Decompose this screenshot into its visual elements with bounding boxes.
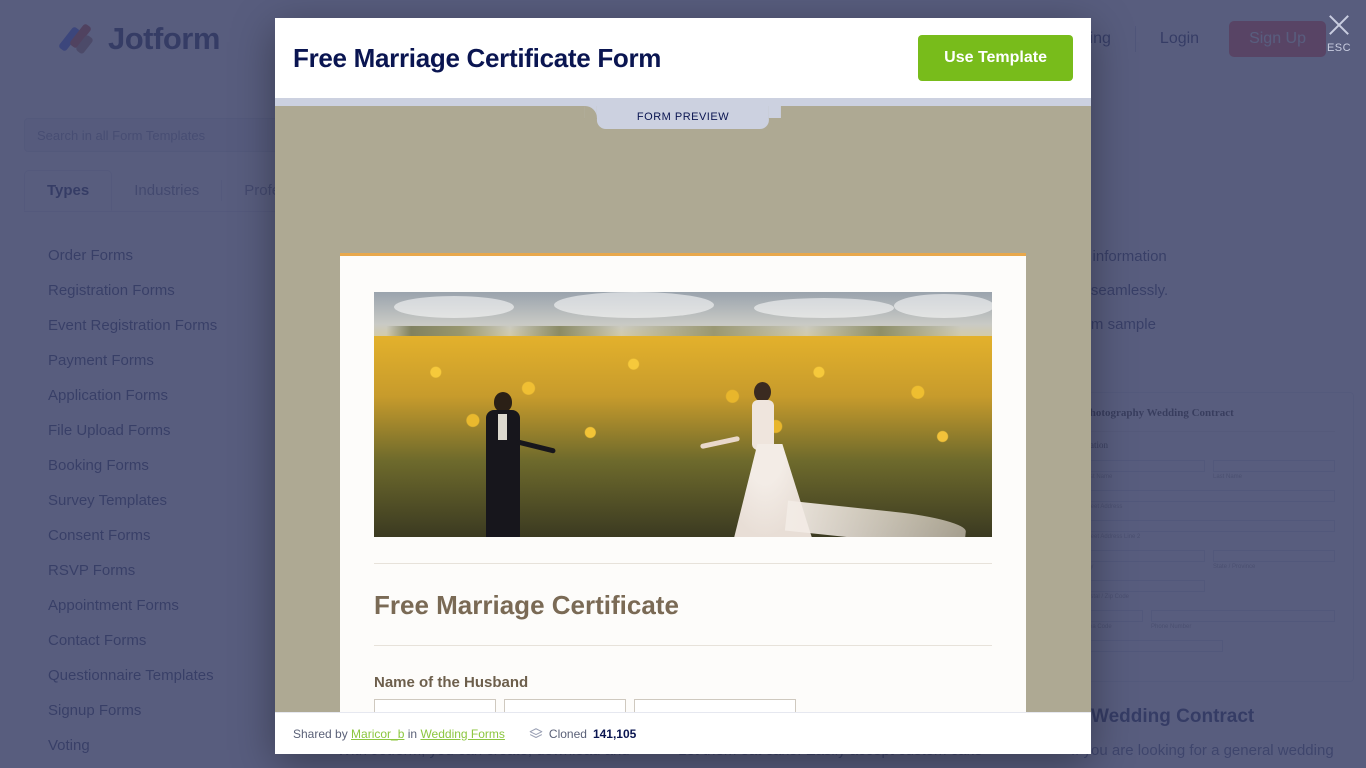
bride-figure bbox=[699, 382, 968, 537]
form-preview-tab: FORM PREVIEW bbox=[584, 106, 782, 129]
author-link[interactable]: Maricor_b bbox=[351, 727, 404, 741]
modal-footer: Shared by Maricor_b in Wedding Forms Clo… bbox=[275, 712, 1091, 754]
layers-icon bbox=[529, 727, 543, 738]
husband-name-label: Name of the Husband bbox=[374, 674, 529, 691]
form-preview-tab-label: FORM PREVIEW bbox=[636, 111, 730, 123]
close-esc-label: ESC bbox=[1326, 42, 1352, 54]
cloned-label: Cloned bbox=[548, 726, 587, 741]
modal-header-strip bbox=[275, 98, 1091, 106]
tab-notch-left bbox=[584, 106, 597, 119]
wedding-hero-image bbox=[374, 292, 992, 537]
form-preview-area: FORM PREVIEW Free Marriage Certificate N… bbox=[275, 106, 1091, 724]
modal-header: Free Marriage Certificate Form Use Templ… bbox=[275, 18, 1091, 98]
groom-figure bbox=[484, 392, 557, 537]
close-icon bbox=[1324, 10, 1354, 40]
template-preview-modal: Free Marriage Certificate Form Use Templ… bbox=[275, 18, 1091, 754]
tab-notch-right bbox=[769, 106, 782, 119]
form-divider-mid bbox=[374, 645, 992, 646]
close-modal-button[interactable]: ESC bbox=[1324, 10, 1354, 54]
cloned-stat: Cloned 141,105 bbox=[529, 727, 636, 741]
cloud-icon bbox=[394, 296, 514, 318]
form-divider-top bbox=[374, 563, 992, 564]
modal-title: Free Marriage Certificate Form bbox=[293, 42, 662, 73]
sunflower-field bbox=[374, 336, 992, 537]
cloud-icon bbox=[554, 292, 714, 318]
in-word: in bbox=[407, 726, 418, 741]
shared-by-prefix: Shared by bbox=[293, 726, 348, 741]
form-card: Free Marriage Certificate Name of the Hu… bbox=[340, 253, 1026, 724]
form-heading: Free Marriage Certificate bbox=[374, 590, 679, 620]
cloud-icon bbox=[754, 298, 894, 318]
collection-link[interactable]: Wedding Forms bbox=[420, 727, 504, 741]
cloned-count: 141,105 bbox=[592, 726, 637, 741]
cloud-icon bbox=[894, 294, 992, 318]
use-template-button[interactable]: Use Template bbox=[918, 35, 1073, 81]
